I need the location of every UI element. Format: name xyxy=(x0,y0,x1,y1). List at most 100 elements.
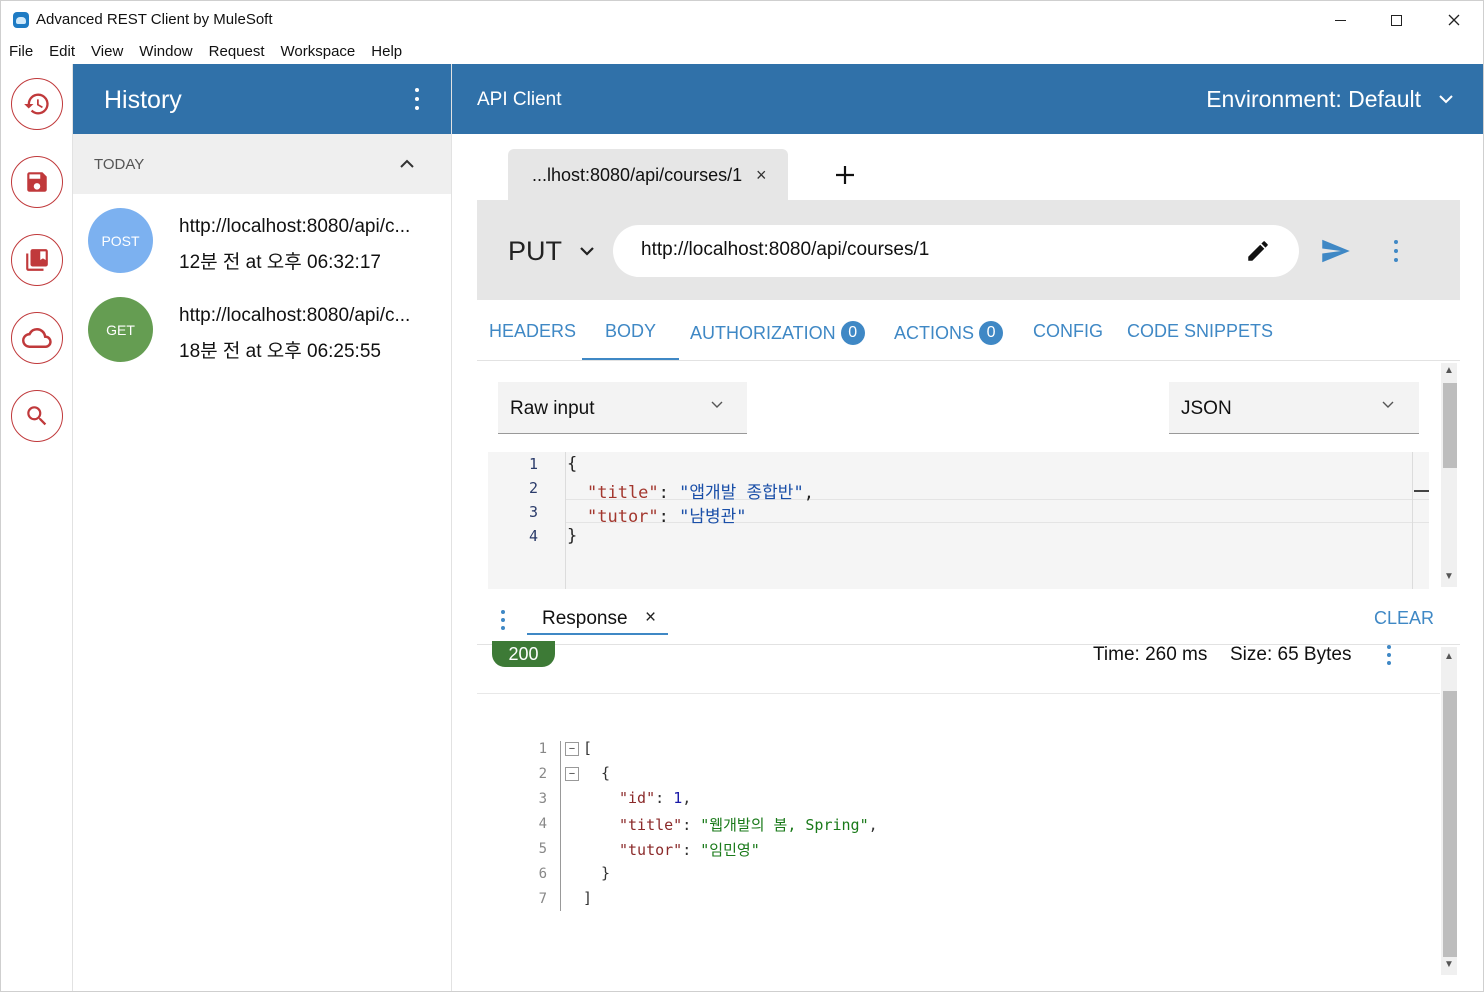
code-line: } xyxy=(567,526,577,546)
line-number: 7 xyxy=(538,891,547,907)
response-time: Time: 260 ms xyxy=(1093,644,1208,665)
tab-code-snippets[interactable]: CODE SNIPPETS xyxy=(1127,321,1273,342)
scroll-down-icon[interactable]: ▼ xyxy=(1444,959,1454,970)
scrollbar-thumb[interactable] xyxy=(1443,691,1457,957)
code-value: 1 xyxy=(673,789,683,807)
menu-request[interactable]: Request xyxy=(209,43,265,60)
body-code-editor[interactable]: 1 2 3 4 { "title": "앱개발 종합반", "tutor": "… xyxy=(488,452,1429,589)
environment-selector[interactable]: Environment: Default xyxy=(1206,86,1421,113)
fold-toggle-icon[interactable]: − xyxy=(565,742,579,756)
plus-icon xyxy=(836,166,854,184)
tab-label: BODY xyxy=(605,321,657,341)
response-tab[interactable]: Response × xyxy=(527,607,668,635)
more-vert-icon xyxy=(1394,240,1398,244)
history-nav-button[interactable] xyxy=(11,78,63,130)
more-vert-dot xyxy=(1387,661,1391,665)
code-line: "tutor": "임민영" xyxy=(619,839,760,860)
scroll-up-icon[interactable]: ▲ xyxy=(1444,651,1454,662)
request-more-button[interactable] xyxy=(1392,240,1400,262)
close-tab-icon[interactable]: × xyxy=(756,165,767,186)
add-tab-button[interactable] xyxy=(829,159,861,191)
maximize-button[interactable] xyxy=(1367,1,1425,39)
content-type-select[interactable]: JSON xyxy=(1169,382,1419,434)
saved-nav-button[interactable] xyxy=(11,156,63,208)
editor-ruler xyxy=(1412,452,1413,589)
tab-config[interactable]: CONFIG xyxy=(1033,321,1103,342)
history-item[interactable]: GET http://localhost:8080/api/c... 18분 전… xyxy=(73,285,451,373)
history-item-time: 12분 전 at 오후 06:32:17 xyxy=(179,252,381,273)
menu-help[interactable]: Help xyxy=(371,43,402,60)
panel-divider[interactable] xyxy=(451,64,452,991)
code-brace: { xyxy=(601,764,611,782)
history-icon xyxy=(24,93,49,115)
line-number: 6 xyxy=(538,866,547,882)
more-vert-icon xyxy=(415,88,419,92)
edit-icon[interactable] xyxy=(1245,238,1271,264)
search-icon xyxy=(27,406,47,426)
response-scrollbar[interactable]: ▲ ▼ xyxy=(1441,647,1457,975)
request-url-bar: PUT http://localhost:8080/api/courses/1 xyxy=(477,200,1460,300)
status-code-badge: 200 xyxy=(492,641,555,667)
menu-window[interactable]: Window xyxy=(139,43,192,60)
history-item[interactable]: POST http://localhost:8080/api/c... 12분 … xyxy=(73,196,451,284)
tab-body[interactable]: BODY xyxy=(605,321,656,342)
history-group-header[interactable]: TODAY xyxy=(73,134,451,194)
response-details-more-button[interactable] xyxy=(1386,645,1392,665)
tab-headers[interactable]: HEADERS xyxy=(489,321,576,342)
code-line: { xyxy=(567,454,577,474)
search-nav-button[interactable] xyxy=(11,390,63,442)
maximize-icon xyxy=(1390,14,1402,26)
menu-file[interactable]: File xyxy=(9,43,33,60)
app-logo-icon xyxy=(13,12,29,28)
projects-nav-button[interactable] xyxy=(11,234,63,286)
response-toolbar: Response × CLEAR xyxy=(477,591,1460,645)
close-icon xyxy=(1448,14,1460,26)
close-window-button[interactable] xyxy=(1425,1,1483,39)
menu-workspace[interactable]: Workspace xyxy=(281,43,356,60)
code-bracket: ] xyxy=(583,889,593,907)
scroll-up-icon[interactable]: ▲ xyxy=(1444,365,1454,376)
tab-label: ACTIONS xyxy=(894,322,975,343)
request-tab[interactable]: ...lhost:8080/api/courses/1 × xyxy=(508,149,788,201)
code-line: [ xyxy=(583,739,592,757)
chevron-down-icon[interactable] xyxy=(578,242,596,260)
menu-edit[interactable]: Edit xyxy=(49,43,75,60)
more-vert-dot xyxy=(501,626,505,630)
drive-nav-button[interactable] xyxy=(11,312,63,364)
scrollbar-thumb[interactable] xyxy=(1443,383,1457,468)
line-number: 4 xyxy=(538,816,547,832)
code-brace: } xyxy=(567,526,578,546)
line-number: 2 xyxy=(528,479,538,497)
line-number: 1 xyxy=(528,455,538,473)
request-scrollbar[interactable]: ▲ ▼ xyxy=(1441,363,1457,587)
send-icon[interactable] xyxy=(1321,238,1351,264)
code-bracket: [ xyxy=(583,739,593,757)
fold-toggle-icon[interactable]: − xyxy=(565,767,579,781)
http-method-select[interactable]: PUT xyxy=(508,236,562,267)
tab-authorization[interactable]: AUTHORIZATION 0 xyxy=(690,321,865,345)
clear-button[interactable]: CLEAR xyxy=(1374,608,1434,629)
response-more-button[interactable] xyxy=(500,610,506,630)
more-vert-dot xyxy=(415,97,419,101)
code-sep: : xyxy=(658,483,680,503)
code-value: "임민영" xyxy=(700,841,760,859)
chevron-down-icon[interactable] xyxy=(1437,90,1455,108)
fold-guide xyxy=(560,741,561,911)
code-end: , xyxy=(868,816,878,834)
history-more-button[interactable] xyxy=(405,86,429,112)
more-vert-dot xyxy=(415,106,419,110)
editor-type-select[interactable]: Raw input xyxy=(498,382,747,434)
close-response-icon[interactable]: × xyxy=(645,607,656,629)
history-item-url: http://localhost:8080/api/c... xyxy=(179,305,411,326)
menu-view[interactable]: View xyxy=(91,43,123,60)
scroll-down-icon[interactable]: ▼ xyxy=(1444,571,1454,582)
code-brace: { xyxy=(567,454,578,474)
history-header: History xyxy=(73,64,451,134)
code-line: "id": 1, xyxy=(619,789,691,807)
line-number: 1 xyxy=(538,741,547,757)
minimize-button[interactable] xyxy=(1311,1,1369,39)
tab-actions[interactable]: ACTIONS 0 xyxy=(894,321,1004,345)
url-input[interactable]: http://localhost:8080/api/courses/1 xyxy=(613,225,1299,277)
history-title: History xyxy=(104,86,182,114)
response-tab-label: Response xyxy=(542,608,628,629)
